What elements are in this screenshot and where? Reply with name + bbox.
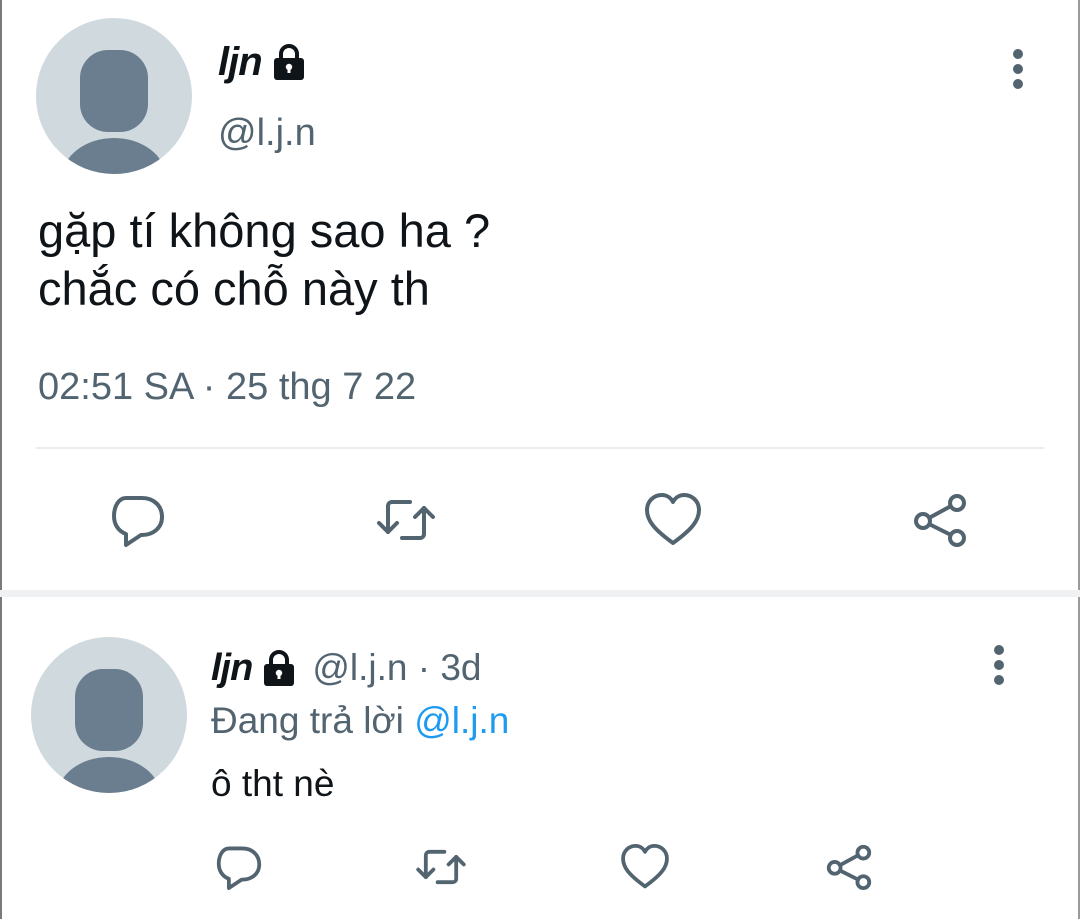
like-button[interactable] (641, 488, 705, 552)
lock-icon (260, 649, 298, 687)
handle-and-age[interactable]: @l.j.n · 3d (312, 647, 481, 689)
retweet-button[interactable] (414, 840, 468, 894)
heart-icon (645, 493, 701, 545)
share-button[interactable] (908, 488, 972, 552)
share-icon (826, 844, 872, 890)
more-vertical-icon[interactable] (979, 636, 1019, 696)
share-button[interactable] (822, 840, 876, 894)
timestamp[interactable]: 02:51 SA · 25 thg 7 22 (38, 366, 416, 409)
lock-icon (270, 43, 308, 81)
reply-author-row[interactable]: ljn @l.j.n · 3d (211, 644, 482, 692)
section-separator (0, 590, 1080, 597)
retweet-button[interactable] (374, 488, 438, 552)
reply-button[interactable] (212, 840, 266, 894)
mention-link[interactable]: @l.j.n (414, 700, 509, 741)
divider (36, 447, 1044, 449)
replying-prefix: Đang trả lời (211, 700, 404, 741)
like-button[interactable] (618, 840, 672, 894)
reply-text: ô tht nè (211, 763, 335, 804)
tweet-text: gặp tí không sao ha ? chắc có chỗ này th (38, 202, 490, 318)
share-icon (914, 494, 966, 547)
author-handle[interactable]: @l.j.n (218, 112, 316, 155)
display-name[interactable]: ljn (218, 40, 263, 85)
retweet-icon (377, 500, 435, 540)
retweet-icon (416, 849, 466, 885)
reply-icon (112, 496, 164, 547)
display-name[interactable]: ljn (211, 647, 253, 690)
tweet-text-line: chắc có chỗ này th (38, 262, 430, 315)
reply-button[interactable] (106, 488, 170, 552)
avatar[interactable] (36, 18, 192, 174)
tweet-text-line: gặp tí không sao ha ? (38, 204, 491, 257)
avatar[interactable] (31, 637, 187, 793)
replying-to: Đang trả lời @l.j.n (211, 700, 509, 742)
more-vertical-icon[interactable] (998, 40, 1038, 100)
window-edge-left (0, 0, 2, 919)
reply-icon (216, 846, 262, 890)
heart-icon (621, 844, 669, 889)
author-name-row[interactable]: ljn (218, 38, 308, 86)
